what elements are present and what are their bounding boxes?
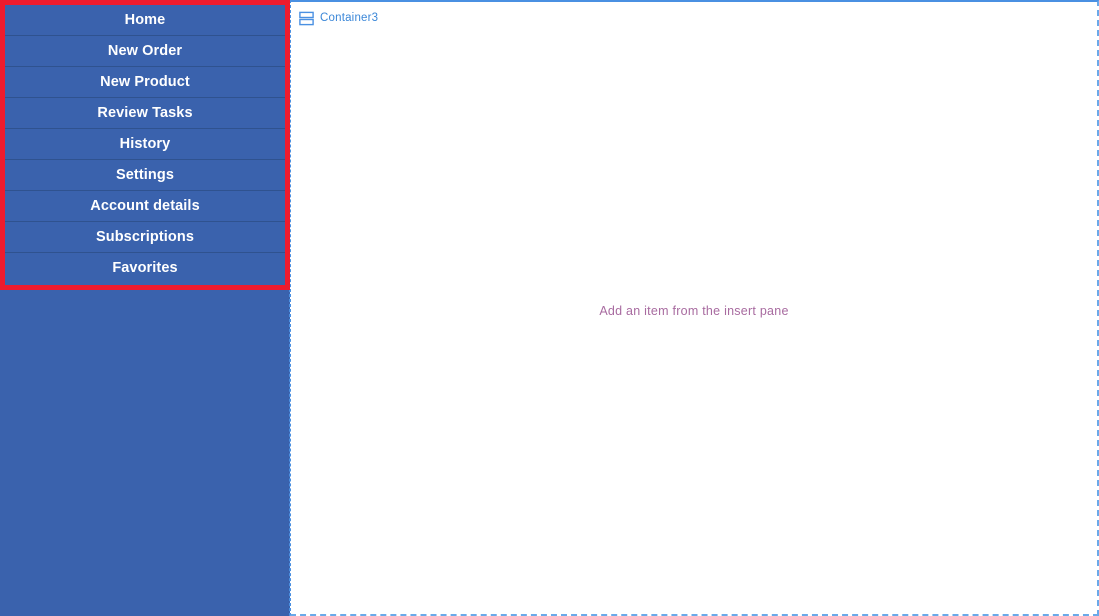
sidebar-item-label: Account details	[90, 198, 200, 214]
app-root: Home New Order New Product Review Tasks …	[0, 0, 1099, 616]
sidebar-item-label: Favorites	[112, 260, 178, 276]
content-panel: Container3 Add an item from the insert p…	[290, 0, 1099, 616]
sidebar-item-label: New Order	[107, 43, 183, 59]
sidebar-item-subscriptions[interactable]: Subscriptions	[5, 222, 285, 253]
container-name-label: Container3	[320, 12, 379, 24]
sidebar-navigation: Home New Order New Product Review Tasks …	[0, 0, 290, 616]
sidebar-item-label: Review Tasks	[97, 105, 193, 121]
sidebar-item-history[interactable]: History	[5, 129, 285, 160]
nav-item-list: Home New Order New Product Review Tasks …	[5, 5, 285, 284]
sidebar-item-label: Home	[124, 12, 166, 28]
sidebar-item-review-tasks[interactable]: Review Tasks	[5, 98, 285, 129]
sidebar-item-new-order[interactable]: New Order	[5, 36, 285, 67]
empty-state-message: Add an item from the insert pane	[599, 304, 789, 318]
sidebar-item-label: History	[119, 136, 171, 152]
sidebar-item-label: Settings	[116, 167, 174, 183]
sidebar-item-label: Subscriptions	[96, 229, 194, 245]
sidebar-item-account-details[interactable]: Account details	[5, 191, 285, 222]
sidebar-item-favorites[interactable]: Favorites	[5, 253, 285, 284]
sidebar-item-label: New Product	[100, 74, 190, 90]
sidebar-item-new-product[interactable]: New Product	[5, 67, 285, 98]
stacked-rows-icon	[299, 11, 314, 26]
sidebar-item-settings[interactable]: Settings	[5, 160, 285, 191]
container-header[interactable]: Container3	[299, 9, 378, 27]
sidebar-item-home[interactable]: Home	[5, 5, 285, 36]
